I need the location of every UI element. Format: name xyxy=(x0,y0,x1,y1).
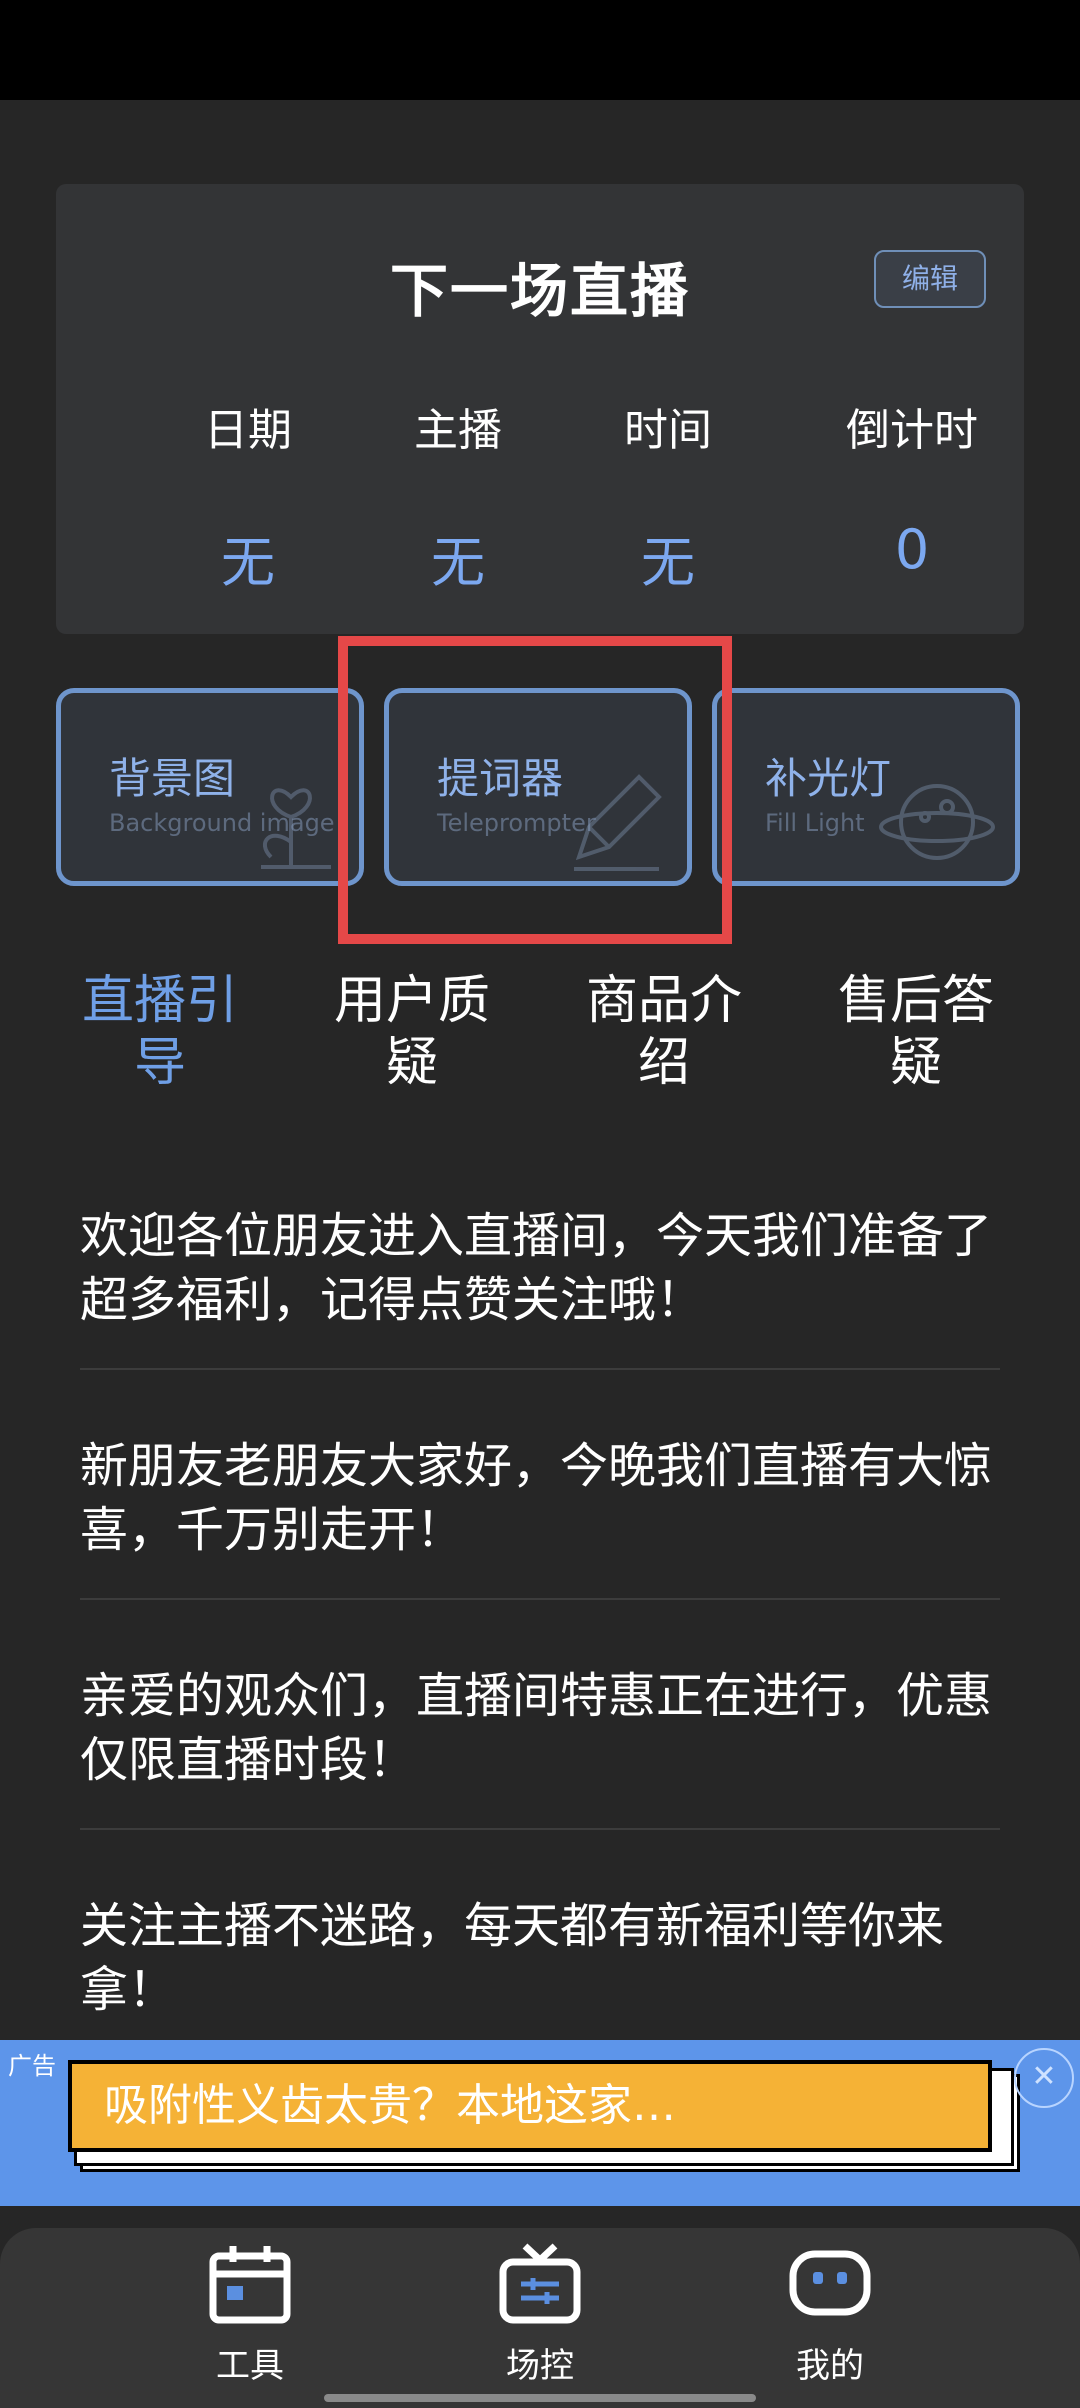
tool-background-image-title: 背景图 xyxy=(109,754,236,803)
planet-icon xyxy=(879,784,995,860)
tv-control-icon xyxy=(499,2243,581,2324)
edit-button[interactable]: 编辑 xyxy=(874,250,986,308)
calendar-icon xyxy=(209,2246,291,2324)
info-time: 时间 无 xyxy=(558,394,778,597)
info-time-label: 时间 xyxy=(624,405,712,456)
flower-icon xyxy=(261,788,331,869)
tab-live-guide[interactable]: 直播引导 xyxy=(70,970,250,1094)
info-countdown-value: 0 xyxy=(894,518,930,581)
highlight-box xyxy=(338,636,732,944)
home-indicator xyxy=(324,2394,756,2402)
ad-banner[interactable]: 广告 吸附性义齿太贵？本地这家… ✕ xyxy=(0,2040,1080,2206)
info-countdown-label: 倒计时 xyxy=(846,405,978,456)
nav-control[interactable]: 场控 xyxy=(440,2240,640,2387)
tab-product-intro[interactable]: 商品介绍 xyxy=(574,970,754,1094)
robot-face-icon xyxy=(789,2250,871,2316)
info-date: 日期 无 xyxy=(138,394,358,597)
script-item[interactable]: 亲爱的观众们，直播间特惠正在进行，优惠仅限直播时段！ xyxy=(80,1640,1000,1830)
ad-text[interactable]: 吸附性义齿太贵？本地这家… xyxy=(68,2060,992,2152)
info-host: 主播 无 xyxy=(348,394,568,597)
tool-fill-light-subtitle: Fill Light xyxy=(765,809,865,837)
nav-tools-label: 工具 xyxy=(216,2346,284,2386)
tool-background-image[interactable]: 背景图 Background image xyxy=(56,688,364,886)
info-host-value: 无 xyxy=(431,531,485,594)
close-icon[interactable]: ✕ xyxy=(1014,2048,1074,2108)
nav-tools[interactable]: 工具 xyxy=(150,2240,350,2387)
tab-after-sales[interactable]: 售后答疑 xyxy=(826,970,1006,1094)
info-countdown: 倒计时 0 xyxy=(802,394,1022,581)
script-list: 欢迎各位朋友进入直播间，今天我们准备了超多福利，记得点赞关注哦！ 新朋友老朋友大… xyxy=(80,1180,1000,2070)
info-date-value: 无 xyxy=(221,531,275,594)
tool-fill-light-title: 补光灯 xyxy=(765,754,892,803)
info-date-label: 日期 xyxy=(204,405,292,456)
script-item[interactable]: 新朋友老朋友大家好，今晚我们直播有大惊喜，千万别走开！ xyxy=(80,1410,1000,1600)
script-item[interactable]: 欢迎各位朋友进入直播间，今天我们准备了超多福利，记得点赞关注哦！ xyxy=(80,1180,1000,1370)
info-time-value: 无 xyxy=(641,531,695,594)
nav-mine[interactable]: 我的 xyxy=(730,2240,930,2387)
bottom-nav: 工具 场控 我的 xyxy=(0,2228,1080,2408)
status-bar xyxy=(0,0,1080,100)
next-live-card: 下一场直播 编辑 日期 无 主播 无 时间 无 倒计时 0 xyxy=(56,184,1024,634)
tool-fill-light[interactable]: 补光灯 Fill Light xyxy=(712,688,1020,886)
info-host-label: 主播 xyxy=(414,405,502,456)
nav-control-label: 场控 xyxy=(506,2346,574,2386)
nav-mine-label: 我的 xyxy=(796,2346,864,2386)
ad-label: 广告 xyxy=(8,2052,56,2080)
tab-user-doubts[interactable]: 用户质疑 xyxy=(322,970,502,1094)
script-item[interactable]: 关注主播不迷路，每天都有新福利等你来拿！ xyxy=(80,1870,1000,2030)
